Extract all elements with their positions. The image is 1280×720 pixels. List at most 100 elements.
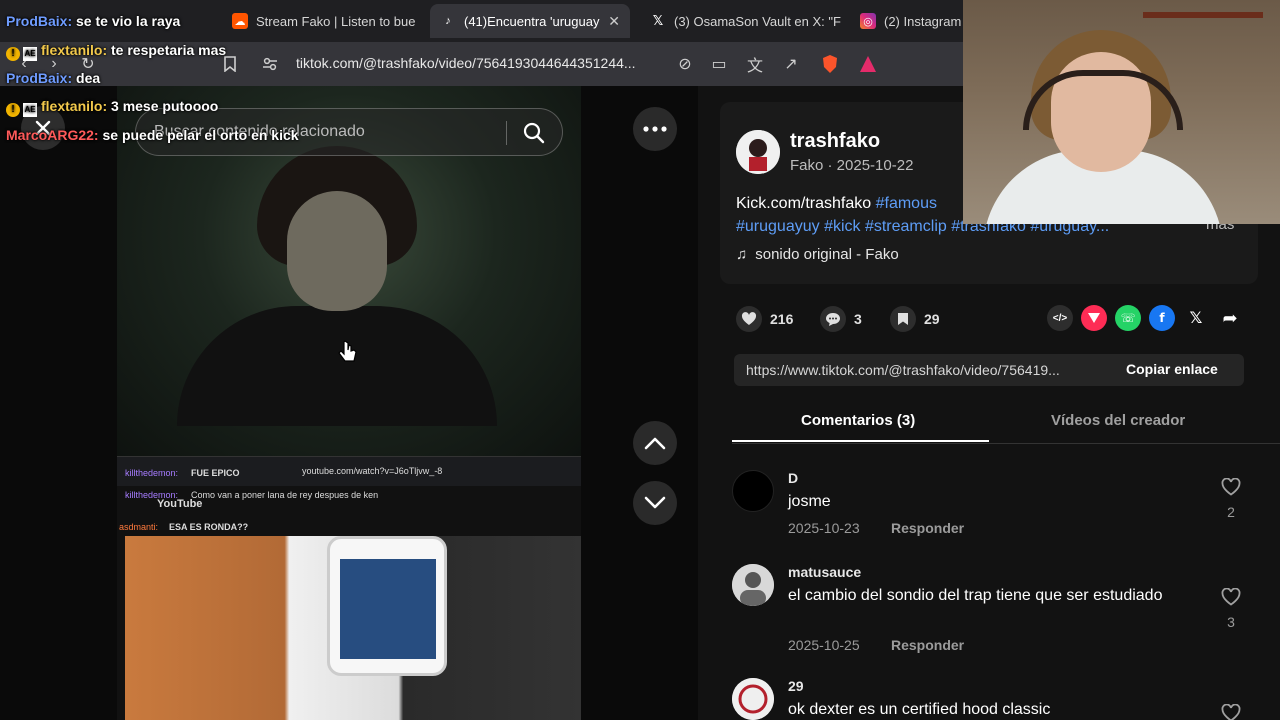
comment-item: 29 ok dexter es un certified hood classi…	[732, 678, 1262, 720]
inner-browser-bar: youtube.com/watch?v=J6oTljvw_-8	[117, 456, 581, 486]
address-bar[interactable]: tiktok.com/@trashfako/video/756419304464…	[258, 49, 908, 79]
heart-icon	[736, 306, 762, 332]
shelf-image	[1143, 12, 1263, 18]
search-icon[interactable]	[522, 121, 546, 145]
share-arrow-icon[interactable]: ➦	[1217, 305, 1243, 331]
video-frame-bottom: killthedemon: FUE EPICO killthedemon: Co…	[117, 468, 581, 720]
share-page-icon[interactable]: ↗	[779, 52, 803, 76]
chat-text: 3 mese putoooo	[111, 98, 219, 114]
inner-chat-message: ESA ES RONDA??	[169, 522, 249, 532]
comment-like-icon[interactable]	[1220, 703, 1242, 720]
comment-like-icon[interactable]	[1220, 477, 1242, 501]
chat-user: MarcoARG22:	[6, 127, 99, 143]
like-button[interactable]: 216	[736, 304, 793, 334]
chat-text: se te vio la raya	[76, 13, 181, 29]
x-share-icon[interactable]: 𝕏	[1183, 305, 1209, 331]
site-settings-icon[interactable]	[258, 52, 282, 76]
video-player[interactable]: youtube.com/watch?v=J6oTljvw_-8 killthed…	[117, 86, 581, 720]
more-dots-icon	[643, 126, 667, 132]
sound-link[interactable]: ♫ sonido original - Fako	[736, 246, 899, 263]
streamer-image	[177, 146, 497, 426]
chat-message: ! AE flextanilo: te respetaria mas	[6, 42, 226, 61]
tiktok-icon: ♪	[445, 15, 451, 27]
inner-url: youtube.com/watch?v=J6oTljvw_-8	[302, 466, 443, 476]
tab-label: (2) Instagram	[884, 13, 962, 29]
brave-shield-icon[interactable]	[818, 52, 842, 76]
previous-video-button[interactable]	[633, 421, 677, 465]
chat-user: flextanilo:	[41, 42, 108, 58]
chevron-up-icon	[644, 437, 666, 450]
save-count: 29	[924, 311, 940, 327]
chat-text: te respetaria mas	[111, 42, 227, 58]
soundcloud-icon: ☁	[232, 13, 248, 29]
chat-user: flextanilo:	[41, 98, 108, 114]
reply-button[interactable]: Responder	[891, 637, 964, 653]
share-link-text[interactable]: https://www.tiktok.com/@trashfako/video/…	[746, 362, 1060, 378]
screen: ♪ ☁ Stream Fako | Listen to bue ♪ (41)En…	[0, 0, 1280, 720]
chat-badge-icon: AE	[23, 47, 37, 61]
music-note-icon: ♫	[736, 246, 748, 263]
translate-icon[interactable]: 文	[743, 52, 767, 76]
comment-like-icon[interactable]	[1220, 587, 1242, 611]
facebook-icon[interactable]: f	[1149, 305, 1175, 331]
commenter-avatar[interactable]	[732, 564, 774, 606]
commenter-name[interactable]: matusauce	[788, 564, 861, 580]
browser-tab-tiktok-active[interactable]: ♪ (41)Encuentra 'uruguay ✕	[430, 4, 630, 38]
brave-rewards-icon[interactable]	[856, 52, 880, 76]
webcam-overlay	[963, 0, 1280, 224]
comment-date: 2025-10-23	[788, 520, 860, 536]
like-count: 216	[770, 311, 794, 327]
tab-creator-videos[interactable]: Vídeos del creador	[1051, 412, 1185, 429]
next-video-button[interactable]	[633, 481, 677, 525]
commenter-avatar[interactable]	[732, 678, 774, 720]
share-link-box: https://www.tiktok.com/@trashfako/video/…	[734, 354, 1244, 386]
chat-text: se puede pelar el orto en kick	[102, 127, 299, 143]
copy-link-button[interactable]: Copiar enlace	[1126, 361, 1218, 377]
tab-comments[interactable]: Comentarios (3)	[801, 412, 915, 429]
tab-label: (3) OsamaSon Vault en X: "F	[674, 13, 841, 29]
inner-chat-user: asdmanti:	[119, 522, 159, 532]
comment-icon	[820, 306, 846, 332]
phone-image	[327, 536, 447, 676]
close-tab-icon[interactable]: ✕	[608, 13, 620, 30]
chat-user: ProdBaix:	[6, 70, 73, 86]
embed-icon[interactable]: </>	[1047, 305, 1073, 331]
reply-button[interactable]: Responder	[891, 520, 964, 536]
browser-tab-instagram[interactable]: ◎ (2) Instagram	[850, 4, 965, 38]
more-options-button[interactable]	[633, 107, 677, 151]
comment-item: D josme 2025-10-23 Responder 2	[732, 470, 1262, 550]
send-icon[interactable]	[1081, 305, 1107, 331]
sound-label: sonido original - Fako	[755, 246, 899, 263]
search-divider	[506, 121, 507, 145]
chat-message: MarcoARG22: se puede pelar el orto en ki…	[6, 127, 299, 143]
cast-icon[interactable]: ▭	[707, 52, 731, 76]
comment-button[interactable]: 3	[820, 304, 862, 334]
inner-chat-message: Como van a poner lana de rey despues de …	[191, 490, 379, 500]
panel-tabs: Comentarios (3) Vídeos del creador	[732, 402, 1280, 444]
comment-text: ok dexter es un certified hood classic	[788, 701, 1051, 718]
whatsapp-icon[interactable]: ☏	[1115, 305, 1141, 331]
save-button[interactable]: 29	[890, 304, 940, 334]
inner-youtube-logo: YouTube	[157, 498, 203, 510]
chat-badge-icon: !	[6, 47, 20, 61]
browser-tab-soundcloud[interactable]: ☁ Stream Fako | Listen to bue	[222, 4, 427, 38]
comment-like-count: 3	[1227, 614, 1235, 630]
no-tracking-icon[interactable]: ⊘	[673, 52, 697, 76]
browser-tab-x[interactable]: 𝕏 (3) OsamaSon Vault en X: "F	[640, 4, 845, 38]
instagram-icon: ◎	[860, 13, 876, 29]
chevron-down-icon	[644, 496, 666, 509]
author-meta: Fako · 2025-10-22	[790, 157, 914, 174]
commenter-avatar[interactable]	[732, 470, 774, 512]
hashtag-link[interactable]: #famous	[876, 195, 937, 212]
tab-label: (41)Encuentra 'uruguay	[464, 13, 600, 29]
chat-message: ProdBaix: dea	[6, 70, 100, 86]
comment-like-count: 2	[1227, 504, 1235, 520]
hand-cursor-icon	[338, 340, 358, 371]
author-name[interactable]: trashfako	[790, 130, 880, 153]
bookmark-icon	[890, 306, 916, 332]
author-avatar[interactable]	[736, 130, 780, 174]
commenter-name[interactable]: D	[788, 470, 798, 486]
chat-badge-icon: !	[6, 103, 20, 117]
action-bar: 216 3 29 </> ☏ f 𝕏 ➦	[736, 304, 1256, 334]
commenter-name[interactable]: 29	[788, 678, 804, 694]
